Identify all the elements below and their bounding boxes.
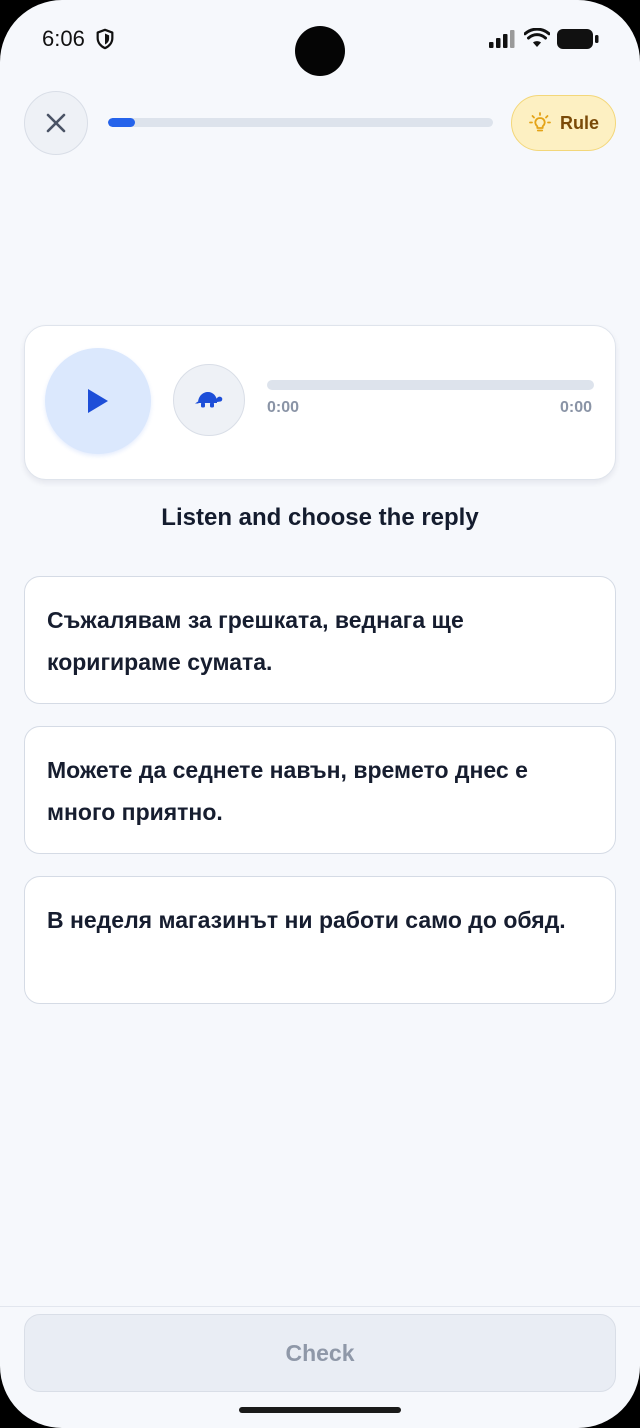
answer-option-text: В неделя магазинът ни работи само до обя… (47, 907, 566, 933)
answer-option-1[interactable]: Съжалявам за грешката, веднага ще кориги… (24, 576, 616, 704)
instruction-text: Listen and choose the reply (161, 504, 479, 531)
signal-icon (489, 30, 515, 48)
slow-playback-button[interactable] (173, 364, 245, 436)
phone-screen: 6:06 Rule 0:00 0:00 Listen and choose th… (0, 0, 640, 1428)
battery-icon (557, 29, 599, 49)
play-button[interactable] (45, 348, 151, 454)
current-time: 0:00 (267, 399, 300, 416)
lightbulb-icon (529, 112, 551, 132)
close-button[interactable] (24, 91, 88, 155)
rule-button[interactable]: Rule (511, 95, 616, 151)
home-indicator[interactable] (239, 1407, 401, 1413)
status-bar: 6:06 (0, 0, 640, 80)
play-icon (88, 389, 108, 413)
close-icon (46, 113, 66, 133)
status-time: 6:06 (42, 26, 85, 51)
answer-option-text: Можете да седнете навън, времето днес е … (47, 757, 528, 825)
answer-option-text: Съжалявам за грешката, веднага ще кориги… (47, 607, 464, 675)
wifi-icon (524, 28, 550, 47)
shield-icon (96, 28, 114, 50)
audio-player-card: 0:00 0:00 (24, 325, 616, 480)
turtle-icon (195, 392, 223, 408)
check-button[interactable]: Check (24, 1314, 616, 1392)
lesson-progress-bar (108, 118, 493, 127)
answer-option-2[interactable]: Можете да седнете навън, времето днес е … (24, 726, 616, 854)
answer-option-3[interactable]: В неделя магазинът ни работи само до обя… (24, 876, 616, 1004)
rule-label: Rule (559, 112, 599, 133)
total-time: 0:00 (559, 399, 592, 416)
front-camera (295, 26, 345, 76)
lesson-progress-fill (108, 118, 135, 127)
audio-seek-bar[interactable] (267, 380, 594, 390)
footer-divider (0, 1306, 640, 1307)
